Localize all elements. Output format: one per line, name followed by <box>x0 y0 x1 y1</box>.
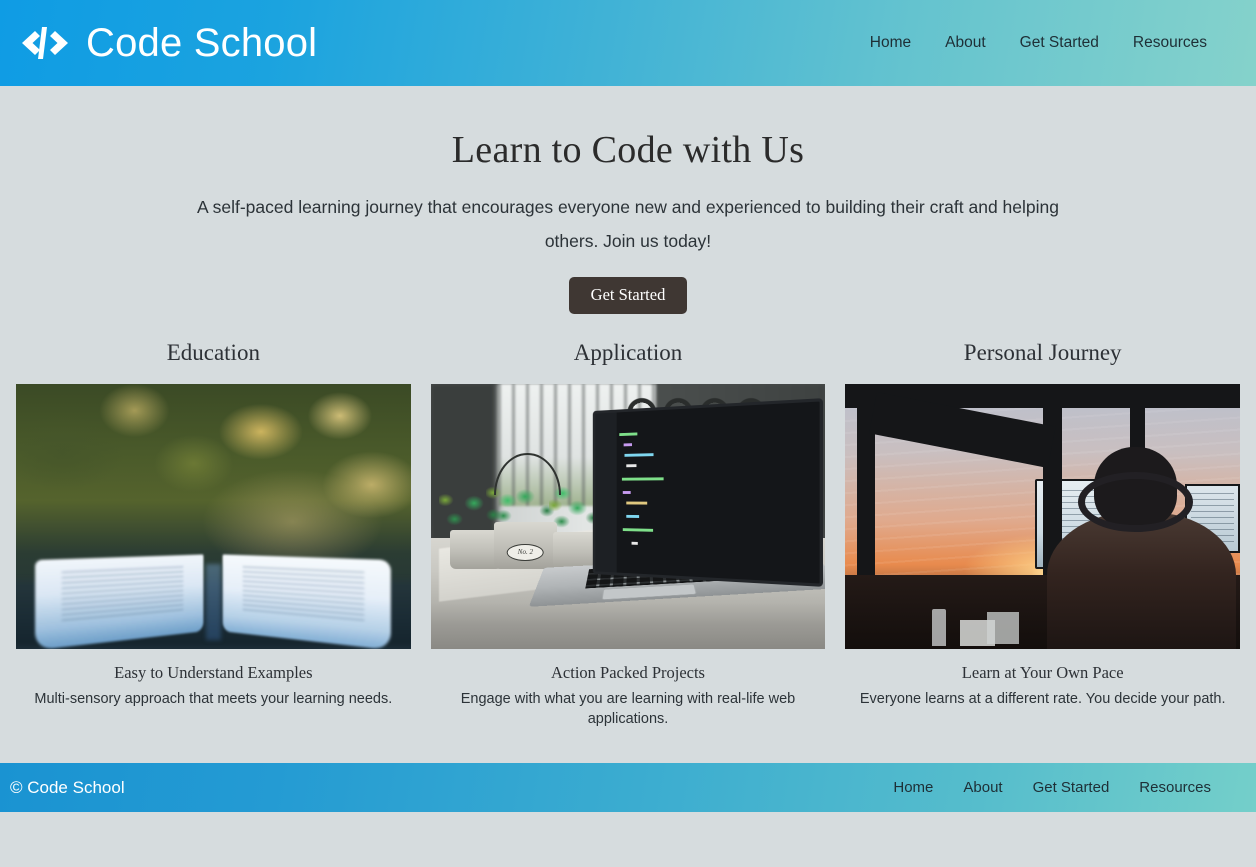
pot-label: No. 2 <box>507 543 544 561</box>
editor-code-lines <box>618 416 804 569</box>
book-photo <box>16 383 411 649</box>
card-text-personal-journey: Everyone learns at a different rate. You… <box>859 690 1226 707</box>
nav-item-about[interactable]: About <box>928 28 1003 58</box>
page-lines <box>243 565 365 624</box>
brand-logo-group[interactable]: Code School <box>18 21 317 65</box>
page-title: Learn to Code with Us <box>451 129 805 171</box>
feature-card-education: Education Easy to Understand Examples Mu… <box>16 340 411 729</box>
hero-section: Learn to Code with Us A self-paced learn… <box>0 86 1256 314</box>
card-text-education: Multi-sensory approach that meets your l… <box>34 690 393 707</box>
brand-name: Code School <box>86 21 318 65</box>
headphones-icon <box>1078 471 1193 532</box>
flower-pot-center: No. 2 <box>493 521 557 570</box>
feature-card-personal-journey: Personal Journey Learn at Your Own Pace … <box>845 339 1241 729</box>
editor-sidebar <box>594 412 617 573</box>
card-heading-education: Education <box>166 339 260 365</box>
site-header: Code School Home About Get Started Resou… <box>0 0 1256 86</box>
desk-cup <box>987 611 1019 644</box>
laptop-photo: No. 2 <box>430 383 826 649</box>
book-illustration <box>16 541 411 649</box>
footer-nav-item-about[interactable]: About <box>948 775 1017 800</box>
book-gutter <box>206 564 221 641</box>
primary-navigation: Home About Get Started Resources <box>853 28 1224 58</box>
copyright-text: © Code School <box>10 777 125 797</box>
code-brackets-icon <box>18 21 72 65</box>
desk-bottle <box>932 609 946 647</box>
card-subtitle-education: Easy to Understand Examples <box>114 662 313 682</box>
card-text-application: Engage with what you are learning with r… <box>460 690 796 727</box>
card-subtitle-application: Action Packed Projects <box>551 662 705 682</box>
laptop-screen <box>592 398 823 587</box>
hero-subtitle: A self-paced learning journey that encou… <box>197 197 1059 251</box>
footer-navigation: Home About Get Started Resources <box>878 775 1226 800</box>
sunset-photo <box>845 383 1241 649</box>
site-footer: © Code School Home About Get Started Res… <box>0 763 1256 812</box>
nav-item-get-started[interactable]: Get Started <box>1003 28 1116 58</box>
feature-cards: Education Easy to Understand Examples Mu… <box>0 340 1256 729</box>
footer-nav-item-resources[interactable]: Resources <box>1124 775 1226 800</box>
feature-card-application: Application No. 2 Action Packed Projects… <box>430 339 826 729</box>
cta-container: Get Started <box>0 277 1256 314</box>
person-silhouette <box>1043 447 1240 649</box>
footer-nav-item-get-started[interactable]: Get Started <box>1018 775 1125 800</box>
nav-item-resources[interactable]: Resources <box>1116 28 1224 58</box>
card-subtitle-personal-journey: Learn at Your Own Pace <box>961 662 1124 682</box>
footer-nav-item-home[interactable]: Home <box>878 775 948 800</box>
card-heading-personal-journey: Personal Journey <box>963 339 1122 365</box>
get-started-button[interactable]: Get Started <box>568 277 688 314</box>
page-lines <box>62 565 184 624</box>
person-body <box>1046 511 1237 649</box>
card-heading-application: Application <box>573 339 683 365</box>
nav-item-home[interactable]: Home <box>853 28 928 58</box>
